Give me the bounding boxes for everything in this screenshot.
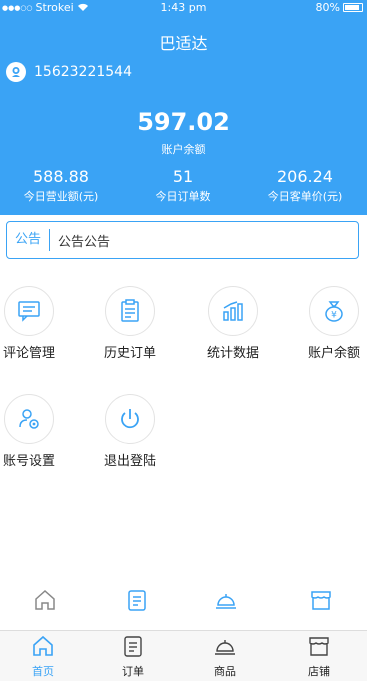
home-icon <box>33 635 53 656</box>
stat-avg-price: 206.24 今日客单价(元) <box>244 167 366 204</box>
stat-revenue: 588.88 今日营业额(元) <box>0 167 122 204</box>
menu-label: 统计数据 <box>206 346 259 361</box>
stat-value: 588.88 <box>33 167 89 186</box>
shop-icon <box>311 591 331 610</box>
menu-logout[interactable]: 退出登陆 <box>90 394 170 469</box>
stat-label: 今日订单数 <box>155 190 211 203</box>
stat-label: 今日客单价(元) <box>267 190 343 203</box>
dish-bell-icon <box>215 640 235 655</box>
tab-products[interactable]: 商品 <box>195 635 255 679</box>
menu-label: 退出登陆 <box>103 454 156 469</box>
menu-history-orders[interactable]: 历史订单 <box>90 286 170 361</box>
notice-bar[interactable]: 公告 公告公告 <box>6 221 359 259</box>
statistics-icon <box>208 286 258 336</box>
dish-bell-icon <box>216 594 236 609</box>
home-icon <box>35 589 55 610</box>
tab-label: 店铺 <box>308 665 330 678</box>
shop-icon <box>309 637 329 656</box>
tab-label: 订单 <box>122 665 144 678</box>
stat-value: 51 <box>172 167 194 186</box>
page-title: 巴适达 <box>159 34 208 53</box>
status-bar: ●●●○○ Strokei 1:43 pm 80% <box>0 0 367 16</box>
menu-account-balance[interactable]: ¥ 账户余额 <box>294 286 367 361</box>
menu-label: 历史订单 <box>103 346 156 361</box>
money-bag-icon: ¥ <box>309 286 359 336</box>
user-icon <box>6 62 26 82</box>
clock: 1:43 pm <box>160 1 207 14</box>
tab-label: 首页 <box>32 665 54 678</box>
tab-label: 商品 <box>214 665 236 678</box>
balance-label: 账户余额 <box>161 143 206 156</box>
order-icon <box>124 636 142 657</box>
tab-bar: 首页 订单 商品 店铺 <box>0 630 367 681</box>
notice-text: 公告公告 <box>58 234 111 250</box>
stat-order-count: 51 今日订单数 <box>122 167 244 204</box>
notice-tag: 公告 <box>7 229 51 251</box>
menu-account-settings[interactable]: 账号设置 <box>0 394 69 469</box>
power-icon <box>105 394 155 444</box>
header: ●●●○○ Strokei 1:43 pm 80% 巴适达 1562322154… <box>0 0 367 215</box>
history-order-icon <box>105 286 155 336</box>
battery-icon <box>343 3 363 12</box>
faded-icon-row <box>0 580 367 620</box>
menu-label: 评论管理 <box>2 346 55 361</box>
order-icon <box>128 590 146 611</box>
tab-shop[interactable]: 店铺 <box>289 635 349 679</box>
stat-value: 206.24 <box>277 167 333 186</box>
svg-text:¥: ¥ <box>331 311 337 321</box>
user-phone: 15623221544 <box>34 64 132 80</box>
menu-label: 账户余额 <box>307 346 360 361</box>
user-phone-row: 15623221544 <box>6 62 132 82</box>
comment-icon <box>4 286 54 336</box>
menu-label: 账号设置 <box>2 454 55 469</box>
balance-value: 597.02 <box>137 108 230 136</box>
tab-orders[interactable]: 订单 <box>103 635 163 679</box>
battery-percent: 80% <box>315 1 340 14</box>
tab-home[interactable]: 首页 <box>13 635 73 679</box>
menu-comment-management[interactable]: 评论管理 <box>0 286 69 361</box>
menu-statistics[interactable]: 统计数据 <box>193 286 273 361</box>
stat-label: 今日营业额(元) <box>23 190 99 203</box>
account-settings-icon <box>4 394 54 444</box>
